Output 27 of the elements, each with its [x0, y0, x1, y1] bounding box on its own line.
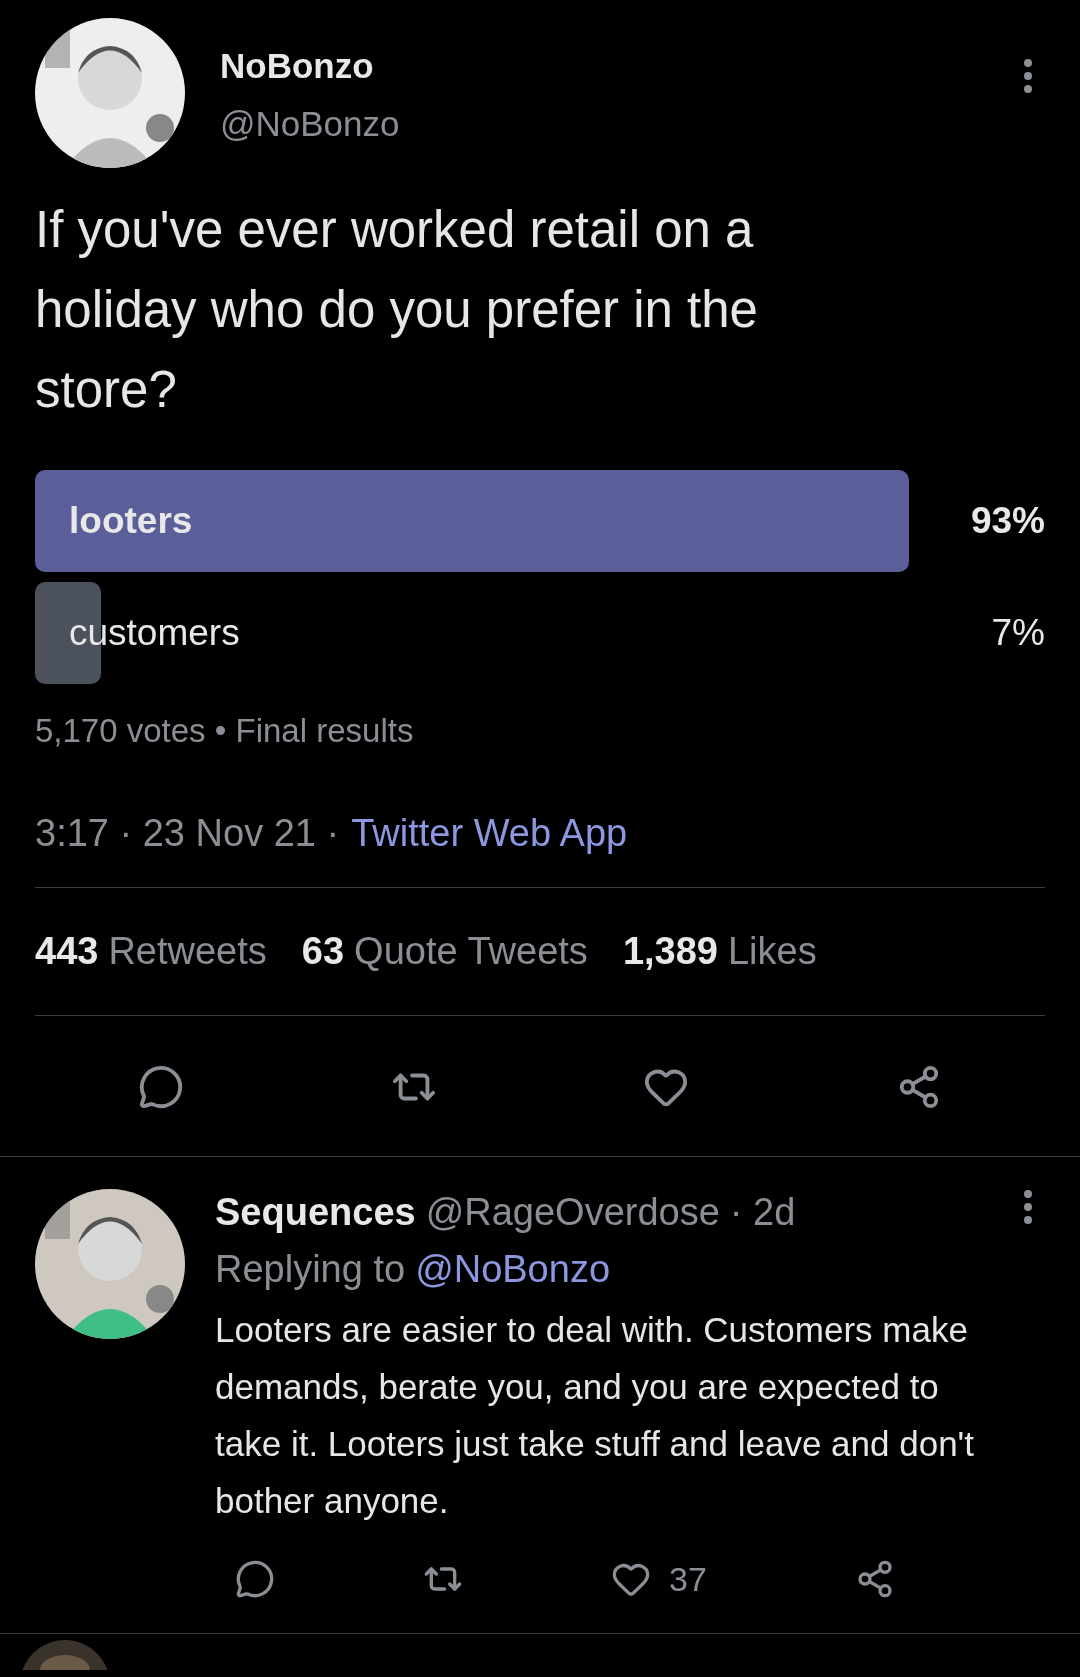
source-link[interactable]: Twitter Web App	[351, 812, 628, 855]
stat-count[interactable]: 443	[35, 930, 99, 973]
reply-age: · 2d	[729, 1191, 796, 1234]
stat-label[interactable]: Quote Tweets	[354, 930, 588, 973]
replying-label: Replying to	[215, 1248, 406, 1291]
stat-label[interactable]: Likes	[727, 930, 817, 973]
author-name[interactable]: NoBonzo	[220, 46, 988, 86]
reply-icon[interactable]	[138, 1064, 185, 1110]
poll-summary: 5,170 votes • Final results	[35, 712, 415, 750]
author-handle[interactable]: @NoBonzo	[220, 104, 988, 144]
reply-author-handle[interactable]: @RageOverdose	[425, 1191, 720, 1234]
poll-option: looters	[69, 500, 193, 542]
reply-author-name[interactable]: Sequences	[215, 1191, 416, 1234]
timestamp: 3:17 · 23 Nov 21 ·	[35, 812, 340, 855]
poll-percent: 7%	[991, 612, 1045, 654]
poll-percent: 93%	[970, 500, 1045, 542]
more-icon[interactable]	[1023, 1189, 1033, 1225]
mention-link[interactable]: @NoBonzo	[415, 1248, 611, 1291]
tweet-text: If you've ever worked retail on a holiday who do you prefer in the store?	[35, 200, 759, 420]
more-icon[interactable]	[1023, 58, 1033, 94]
stat-count[interactable]: 1,389	[622, 930, 718, 973]
reply-text: Looters are easier to deal with. Customers make demands, berate you, and you are expected to take it. Looters just take stuff and leave and don't bother anyone.	[215, 1309, 976, 1522]
like-count: 37	[669, 1559, 707, 1599]
stat-label[interactable]: Retweets	[108, 930, 267, 973]
reply-icon[interactable]	[235, 1559, 275, 1599]
stat-count[interactable]: 63	[301, 930, 345, 973]
poll-option: customers	[69, 612, 240, 654]
